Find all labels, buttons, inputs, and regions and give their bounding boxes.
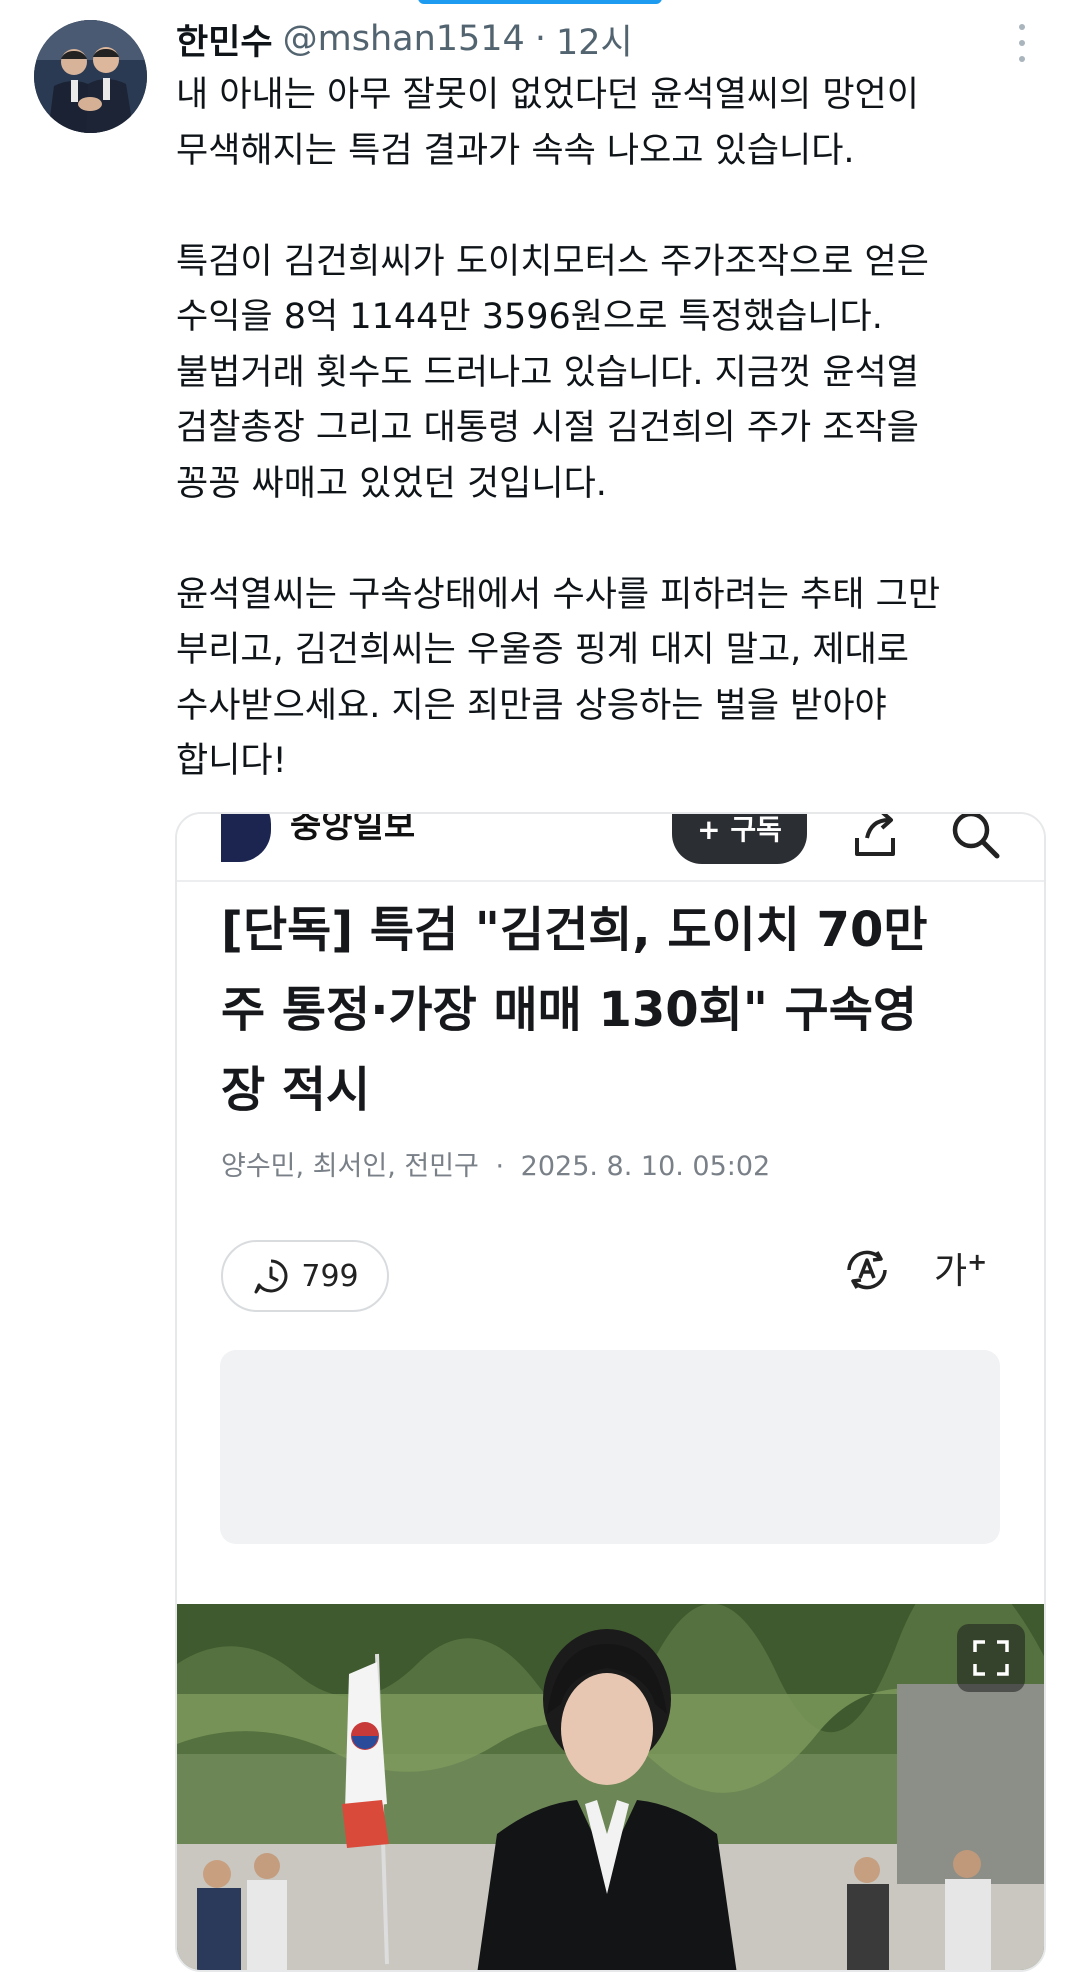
headline-line: [단독] 특검 "김건희, 도이치 70만 [221,902,928,958]
text-line: 수사받으세요. 지은 죄만큼 상응하는 벌을 받아야 [176,685,887,726]
article-headline: [단독] 특검 "김건희, 도이치 70만 주 통정·가장 매매 130회" 구… [221,890,1011,1130]
avatar[interactable] [34,20,147,133]
subscribe-label: + 구독 [697,813,782,846]
comment-count-button[interactable]: 799 [221,1240,389,1312]
text-line: 윤석열씨는 구속상태에서 수사를 피하려는 추태 그만 [176,574,941,615]
text-line: 불법거래 횟수도 드러나고 있습니다. 지금껏 윤석열 [176,352,919,393]
comment-count: 799 [301,1258,359,1294]
author-name[interactable]: 한민수 [176,14,273,65]
photo-image [177,1604,1044,1970]
expand-icon [973,1640,1009,1676]
clock-comment-icon [254,1259,288,1294]
font-size-button[interactable]: 가+ [934,1242,987,1294]
tweet-time[interactable]: 12시 [556,14,633,65]
text-line: 꽁꽁 싸매고 있었던 것입니다. [176,463,607,504]
byline-separator: · [495,1151,505,1182]
ad-placeholder [220,1350,1000,1544]
font-size-plus: + [967,1248,988,1276]
tweet-text: 내 아내는 아무 잘못이 없었다던 윤석열씨의 망언이 무색해지는 특검 결과가… [176,68,1036,790]
text-line: 수익을 8억 1144만 3596원으로 특정했습니다. [176,297,883,337]
headline-line: 주 통정·가장 매매 130회" 구속영 [221,982,918,1038]
article-topbar: 중앙일보 + 구독 [177,812,1044,882]
font-size-label: 가 [934,1251,968,1292]
headline-line: 장 적시 [221,1062,371,1118]
expand-photo-button[interactable] [957,1624,1025,1692]
subscribe-button[interactable]: + 구독 [672,813,807,864]
byline-authors: 양수민, 최서인, 전민구 [221,1151,479,1182]
article-byline: 양수민, 최서인, 전민구 · 2025. 8. 10. 05:02 [221,1144,770,1183]
header-separator: · [534,19,546,59]
share-icon[interactable] [849,812,901,860]
text-line: 부리고, 김건희씨는 우울증 핑계 대지 말고, 제대로 [176,630,910,670]
article-photo[interactable] [177,1604,1044,1970]
read-aloud-icon[interactable] [841,1244,893,1296]
more-vertical-icon[interactable] [1010,24,1034,62]
author-handle[interactable]: @mshan1514 [283,19,525,59]
avatar-photo [34,20,147,133]
text-line: 내 아내는 아무 잘못이 없었다던 윤석열씨의 망언이 [176,75,919,115]
text-line: 합니다! [176,741,287,781]
tweet-header: 한민수 @mshan1514 · 12시 [176,14,633,64]
text-line: 무색해지는 특검 결과가 속속 나오고 있습니다. [176,130,855,171]
search-icon[interactable] [947,812,1003,862]
byline-date: 2025. 8. 10. 05:02 [520,1151,771,1182]
text-line: 검찰총장 그리고 대통령 시절 김건희의 주가 조작을 [176,408,919,448]
brand-name: 중앙일보 [290,812,416,846]
brand-logo [221,814,271,862]
tweet: 한민수 @mshan1514 · 12시 내 아내는 아무 잘못이 없었다던 윤… [0,0,1080,1972]
article-screenshot-card[interactable]: 중앙일보 + 구독 [단독] 특검 "김건희, 도이치 70만 주 통정·가장 … [175,812,1046,1972]
text-line: 특검이 김건희씨가 도이치모터스 주가조작으로 얻은 [176,241,929,282]
